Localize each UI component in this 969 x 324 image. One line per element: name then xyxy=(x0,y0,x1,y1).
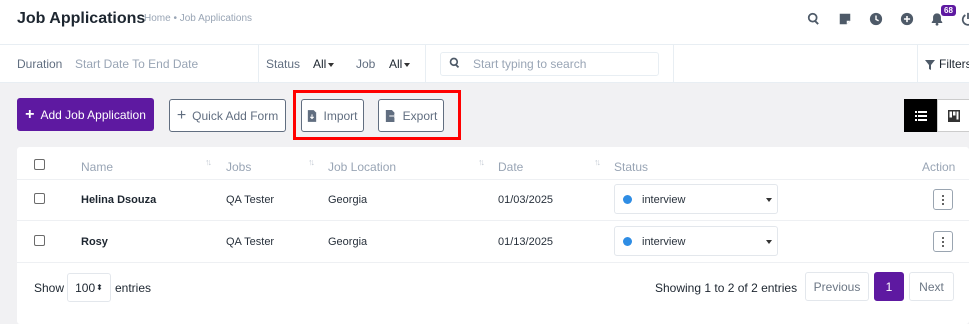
page-title: Job Applications xyxy=(17,10,146,27)
add-job-application-label: Add Job Application xyxy=(40,107,146,122)
row-date: 01/03/2025 xyxy=(498,194,554,206)
filters-button[interactable]: Filters xyxy=(939,57,969,71)
power-icon[interactable] xyxy=(960,11,969,27)
column-header-jobs[interactable]: Jobs xyxy=(226,160,251,174)
column-header-date[interactable]: Date xyxy=(498,160,523,174)
filter-divider xyxy=(917,45,918,83)
duration-label: Duration xyxy=(17,57,63,71)
list-icon xyxy=(914,110,927,121)
row-status-value: interview xyxy=(642,194,686,206)
plus-icon: + xyxy=(25,105,35,123)
search-icon[interactable] xyxy=(806,11,822,27)
plus-icon: + xyxy=(176,106,187,124)
job-filter-label: Job xyxy=(356,57,376,71)
clock-icon[interactable] xyxy=(868,11,884,27)
search-icon xyxy=(449,57,461,69)
column-header-status[interactable]: Status xyxy=(614,160,648,174)
import-label: Import xyxy=(323,108,358,123)
next-page-button[interactable]: Next xyxy=(909,272,954,301)
caret-down-icon xyxy=(766,198,772,202)
quick-add-form-button[interactable]: + Quick Add Form xyxy=(169,99,286,132)
import-button[interactable]: Import xyxy=(301,99,364,132)
file-import-icon xyxy=(308,109,317,122)
row-job[interactable]: QA Tester xyxy=(226,236,274,248)
status-filter-label: Status xyxy=(266,57,301,71)
show-label: Show xyxy=(34,281,65,295)
sort-icon[interactable]: ↑↓ xyxy=(205,157,212,167)
select-all-checkbox[interactable] xyxy=(34,159,45,170)
filter-divider xyxy=(673,45,674,83)
page-1-button[interactable]: 1 xyxy=(874,272,904,301)
sort-icon[interactable]: ↑↓ xyxy=(308,157,315,167)
job-filter-select[interactable]: All xyxy=(389,57,411,71)
filter-divider xyxy=(258,45,259,83)
column-header-action: Action xyxy=(922,160,956,174)
board-view-toggle[interactable] xyxy=(937,99,969,132)
kanban-icon xyxy=(947,109,960,122)
row-name[interactable]: Helina Dsouza xyxy=(81,194,156,206)
row-actions-menu-button[interactable] xyxy=(933,231,953,252)
status-dot-icon xyxy=(623,195,632,204)
pagination-summary: Showing 1 to 2 of 2 entries xyxy=(655,281,798,295)
previous-page-button[interactable]: Previous xyxy=(805,272,869,301)
column-header-job-location[interactable]: Job Location xyxy=(328,160,396,174)
row-location: Georgia xyxy=(328,194,368,206)
add-job-application-button[interactable]: + Add Job Application xyxy=(17,98,154,131)
file-export-icon xyxy=(385,109,397,122)
entries-per-page-select[interactable]: 100 ⬍ xyxy=(67,273,111,302)
breadcrumb[interactable]: Home • Job Applications xyxy=(144,13,252,24)
row-date: 01/13/2025 xyxy=(498,236,554,248)
export-button[interactable]: Export xyxy=(378,99,444,132)
row-status-value: interview xyxy=(642,236,686,248)
row-divider xyxy=(17,262,969,263)
row-divider xyxy=(17,179,969,180)
sort-icon[interactable]: ↑↓ xyxy=(594,157,601,167)
filter-divider xyxy=(425,45,426,83)
quick-add-form-label: Quick Add Form xyxy=(192,108,279,123)
sort-icon[interactable]: ↑↓ xyxy=(478,157,485,167)
row-status-select[interactable] xyxy=(614,226,778,256)
row-checkbox[interactable] xyxy=(34,193,45,204)
list-view-toggle[interactable] xyxy=(904,99,937,132)
sort-caret-icon: ⬍ xyxy=(96,283,103,292)
notification-badge: 68 xyxy=(941,5,956,16)
row-status-select[interactable] xyxy=(614,184,778,214)
filter-icon xyxy=(925,58,935,70)
row-name[interactable]: Rosy xyxy=(81,236,108,248)
row-job[interactable]: QA Tester xyxy=(226,194,274,206)
search-input[interactable] xyxy=(473,56,653,72)
row-divider xyxy=(17,220,969,221)
entries-per-page-value: 100 xyxy=(75,280,96,295)
row-location: Georgia xyxy=(328,236,368,248)
row-actions-menu-button[interactable] xyxy=(933,189,953,210)
caret-down-icon xyxy=(766,240,772,244)
duration-date-range[interactable]: Start Date To End Date xyxy=(75,57,198,71)
status-dot-icon xyxy=(623,237,632,246)
plus-circle-icon[interactable] xyxy=(899,11,915,27)
caret-down-icon xyxy=(404,62,411,67)
caret-down-icon xyxy=(328,62,335,67)
column-header-name[interactable]: Name xyxy=(81,160,113,174)
row-checkbox[interactable] xyxy=(34,235,45,246)
entries-label: entries xyxy=(115,281,152,295)
status-filter-value: All xyxy=(313,57,327,71)
sticky-note-icon[interactable] xyxy=(837,11,853,27)
job-filter-value: All xyxy=(389,57,403,71)
status-filter-select[interactable]: All xyxy=(313,57,335,71)
export-label: Export xyxy=(402,108,438,123)
